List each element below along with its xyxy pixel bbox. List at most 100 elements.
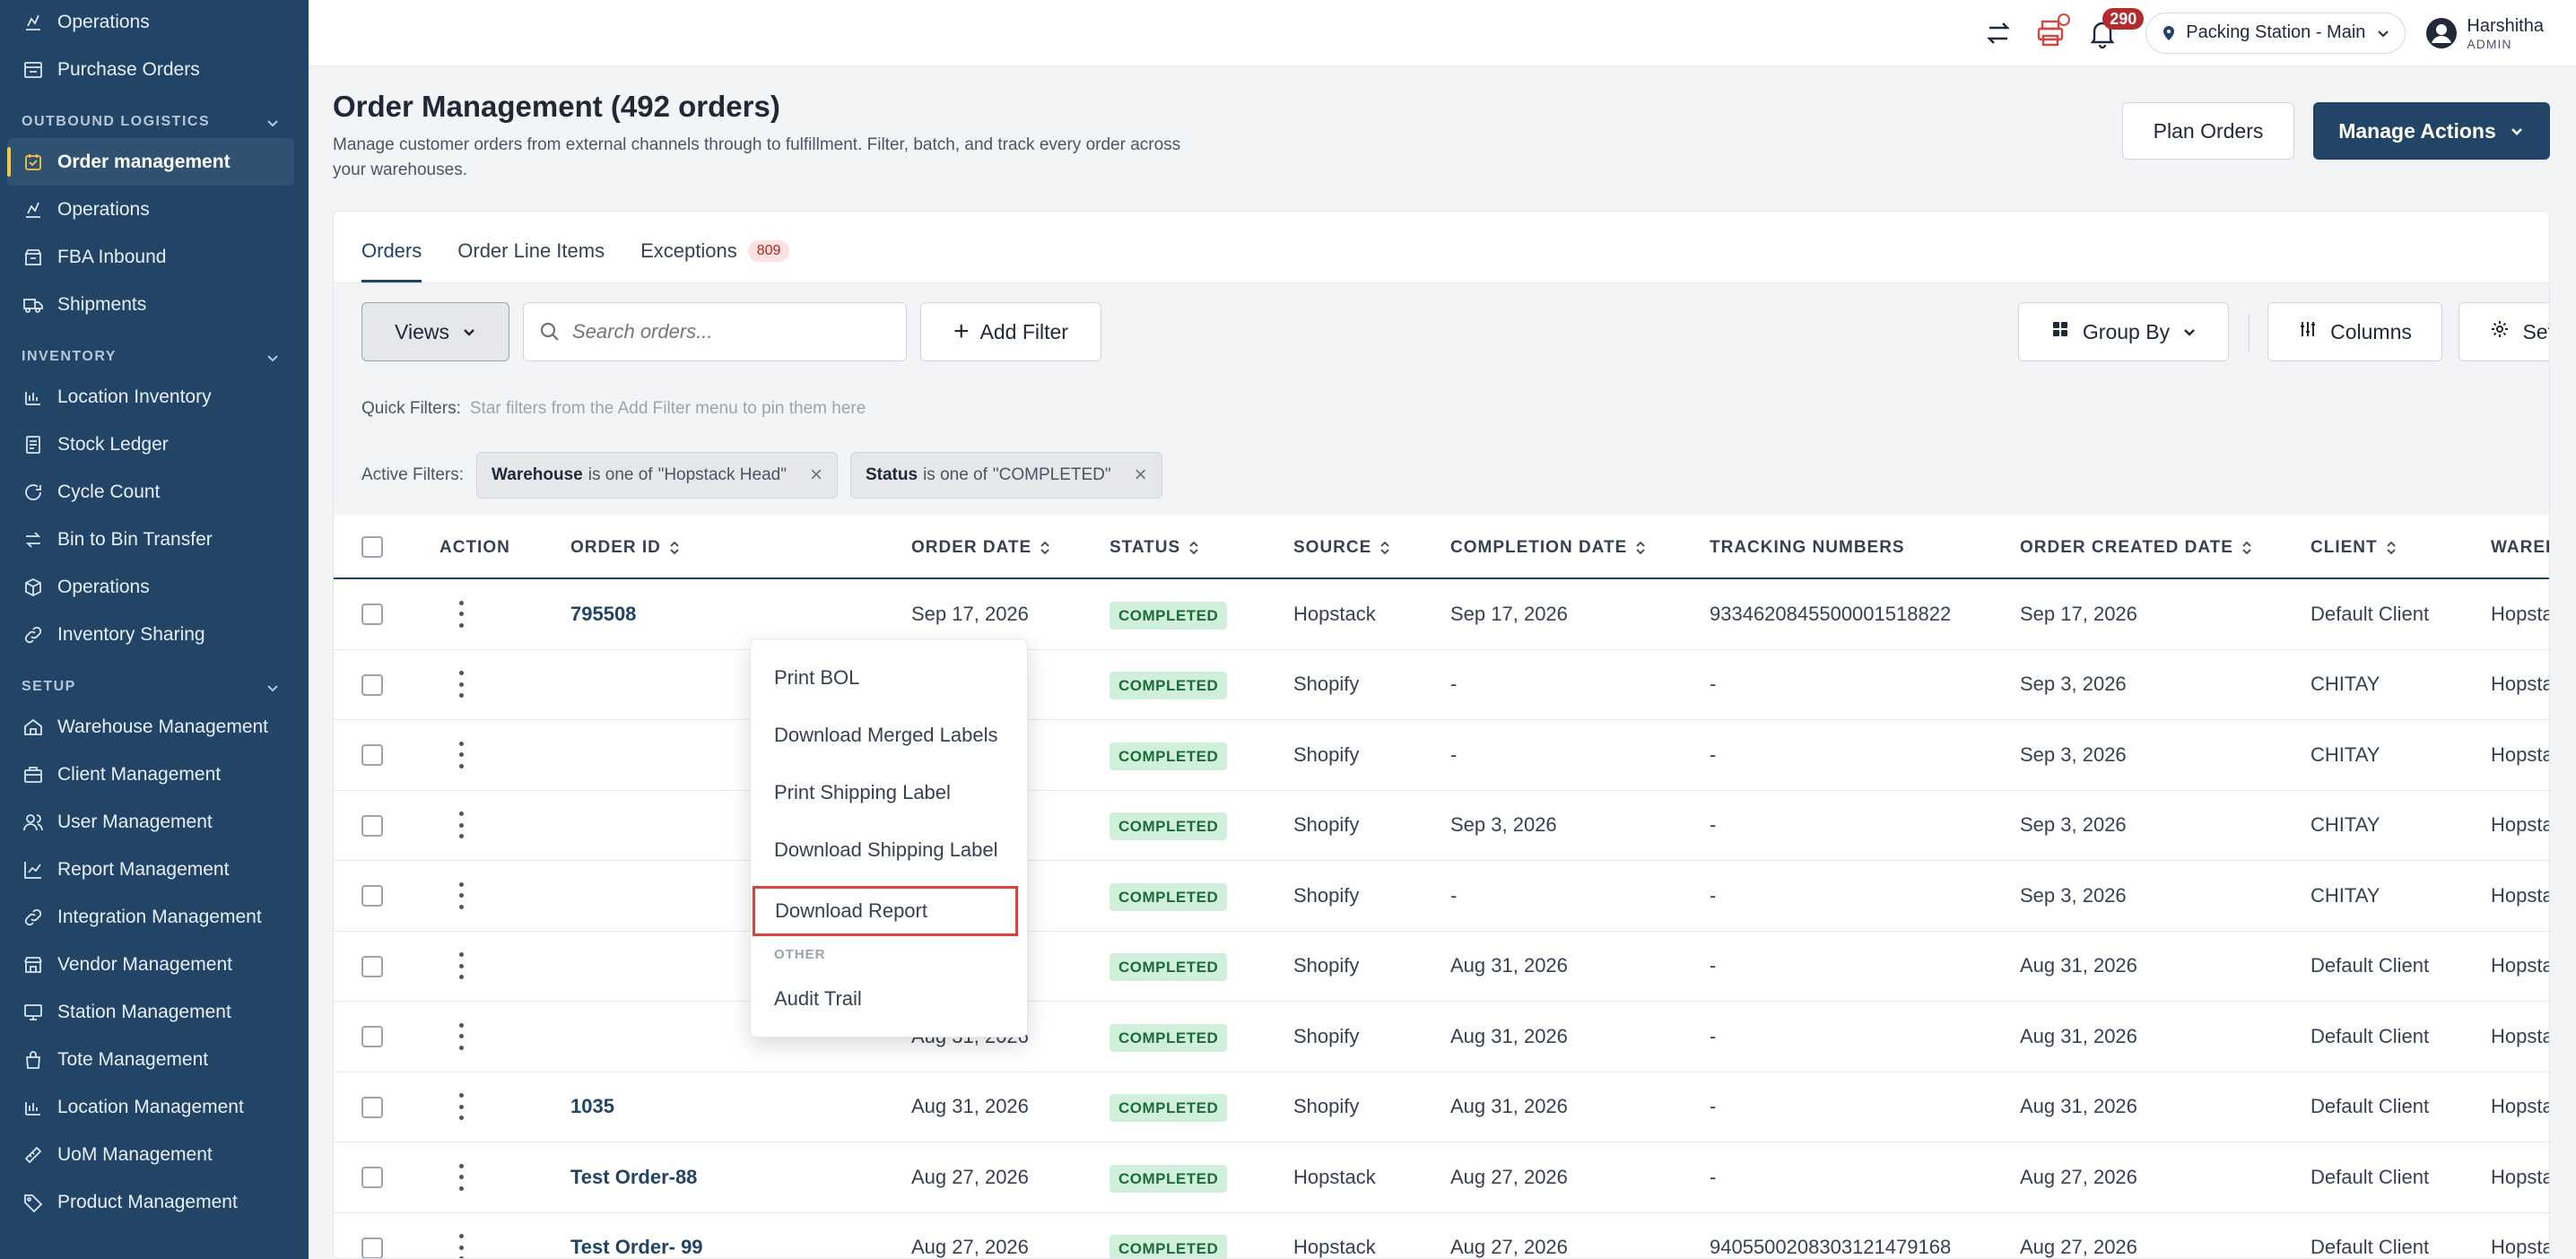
sidebar-item-bin-transfer[interactable]: Bin to Bin Transfer <box>0 516 309 563</box>
kebab-menu-icon[interactable] <box>452 671 470 699</box>
sidebar-item-operations-outbound[interactable]: Operations <box>0 186 309 233</box>
sidebar-item-operations-inventory[interactable]: Operations <box>0 563 309 611</box>
row-checkbox[interactable] <box>361 673 383 696</box>
columns-button[interactable]: Columns <box>2267 302 2442 361</box>
kebab-menu-icon[interactable] <box>452 1093 470 1121</box>
sidebar-item-operations[interactable]: Operations <box>0 0 309 46</box>
cell-id[interactable]: 795508 <box>570 603 636 626</box>
manage-actions-button[interactable]: Manage Actions <box>2313 102 2550 160</box>
close-icon[interactable]: × <box>810 463 822 488</box>
sidebar-item-stock-ledger[interactable]: Stock Ledger <box>0 421 309 468</box>
table-row[interactable]: Sep 3, 2026COMPLETEDShopifySep 3, 2026-S… <box>334 790 2549 861</box>
table-row[interactable]: Test Order-88 Aug 27, 2026 COMPLETED Hopsta… <box>334 1142 2549 1213</box>
sort-icon <box>1039 540 1051 556</box>
table-row[interactable]: 795508 Sep 17, 2026 COMPLETED Hopstack Sep 1… <box>334 579 2549 650</box>
kebab-menu-icon[interactable] <box>452 1163 470 1191</box>
col-order-id[interactable]: ORDER ID <box>570 538 681 558</box>
col-source[interactable]: SOURCE <box>1293 538 1391 558</box>
search-input[interactable] <box>572 320 895 343</box>
menu-item-audit-trail[interactable]: Audit Trail <box>774 987 862 1011</box>
sidebar-item-client-management[interactable]: Client Management <box>0 751 309 798</box>
views-button[interactable]: Views <box>361 302 509 361</box>
row-checkbox[interactable] <box>361 603 383 625</box>
cell-id[interactable]: Test Order-88 <box>570 1166 697 1189</box>
sidebar-section-setup[interactable]: SETUP <box>0 658 309 703</box>
sidebar-item-purchase-orders[interactable]: Purchase Orders <box>0 46 309 93</box>
menu-item-download-merged-labels[interactable]: Download Merged Labels <box>774 724 998 747</box>
settings-button[interactable]: Settings <box>2459 302 2549 361</box>
location-pin-icon <box>2163 25 2175 40</box>
sidebar-item-report-management[interactable]: Report Management <box>0 846 309 893</box>
row-checkbox[interactable] <box>361 1026 383 1047</box>
group-by-button[interactable]: Group By <box>2018 302 2229 361</box>
row-checkbox[interactable] <box>361 1237 383 1258</box>
sidebar-item-fba-inbound[interactable]: FBA Inbound <box>0 233 309 281</box>
kebab-menu-icon[interactable] <box>452 741 470 768</box>
sidebar-item-vendor-management[interactable]: Vendor Management <box>0 941 309 988</box>
table-row[interactable]: Sep 3, 2026COMPLETEDShopify--Sep 3, 2026… <box>334 720 2549 791</box>
sidebar-section-inventory[interactable]: INVENTORY <box>0 328 309 373</box>
sidebar-item-order-management[interactable]: Order management <box>7 138 294 186</box>
switch-icon[interactable] <box>1980 15 2016 51</box>
sidebar-item-inventory-sharing[interactable]: Inventory Sharing <box>0 611 309 658</box>
table-row[interactable]: Test Order- 99 Aug 27, 2026 COMPLETED Hopst… <box>334 1212 2549 1258</box>
row-checkbox[interactable] <box>361 1096 383 1118</box>
kebab-menu-icon[interactable] <box>452 1234 470 1258</box>
tab-exceptions[interactable]: Exceptions 809 <box>640 239 790 282</box>
table-row[interactable]: Sep 3, 2026COMPLETEDShopify--Sep 3, 2026… <box>334 861 2549 932</box>
col-client[interactable]: CLIENT <box>2311 538 2398 558</box>
col-status[interactable]: STATUS <box>1110 538 1200 558</box>
sidebar-item-location-management[interactable]: Location Management <box>0 1083 309 1131</box>
table-row[interactable]: Aug 31, 2026 COMPLETED Shopify Aug 31, 2026… <box>334 931 2549 1002</box>
filter-chip-status[interactable]: Status is one of "COMPLETED" × <box>849 452 1162 499</box>
filter-chip-warehouse[interactable]: Warehouse is one of "Hopstack Head" × <box>476 452 838 499</box>
col-order-created-date[interactable]: ORDER CREATED DATE <box>2020 538 2253 558</box>
menu-item-print-shipping-label[interactable]: Print Shipping Label <box>774 781 951 804</box>
row-checkbox[interactable] <box>361 814 383 837</box>
kebab-menu-icon[interactable] <box>452 812 470 839</box>
tab-order-line-items[interactable]: Order Line Items <box>457 239 605 282</box>
close-icon[interactable]: × <box>1135 463 1147 488</box>
status-badge: COMPLETED <box>1110 672 1228 700</box>
menu-item-download-shipping-label[interactable]: Download Shipping Label <box>774 838 998 862</box>
tab-orders[interactable]: Orders <box>361 239 422 282</box>
sidebar-item-user-management[interactable]: User Management <box>0 798 309 846</box>
station-selector[interactable]: Packing Station - Main <box>2145 12 2406 54</box>
menu-item-download-report[interactable]: Download Report <box>753 886 1018 936</box>
table-row[interactable]: Sep 3, 2026COMPLETEDShopify--Sep 3, 2026… <box>334 649 2549 720</box>
sidebar-item-shipments[interactable]: Shipments <box>0 281 309 328</box>
sidebar-section-outbound[interactable]: OUTBOUND LOGISTICS <box>0 93 309 138</box>
add-filter-button[interactable]: + Add Filter <box>920 302 1101 361</box>
cell-id[interactable]: 1035 <box>570 1095 614 1118</box>
sidebar-item-product-management[interactable]: Product Management <box>0 1178 309 1226</box>
col-order-date[interactable]: ORDER DATE <box>911 538 1051 558</box>
plan-orders-button[interactable]: Plan Orders <box>2122 102 2294 160</box>
row-checkbox[interactable] <box>361 955 383 977</box>
printer-icon[interactable] <box>2032 13 2071 51</box>
sidebar-item-warehouse-management[interactable]: Warehouse Management <box>0 703 309 751</box>
kebab-menu-icon[interactable] <box>452 1022 470 1050</box>
col-completion-date[interactable]: COMPLETION DATE <box>1450 538 1647 558</box>
user-menu[interactable]: Harshitha ADMIN <box>2425 15 2544 51</box>
table-row[interactable]: 1035 Aug 31, 2026 COMPLETED Shopify Aug 31, … <box>334 1072 2549 1142</box>
sidebar-item-station-management[interactable]: Station Management <box>0 988 309 1036</box>
sidebar-item-integration-management[interactable]: Integration Management <box>0 893 309 941</box>
row-checkbox[interactable] <box>361 1167 383 1188</box>
col-warehouse[interactable]: WAREH <box>2491 538 2549 558</box>
cell-tracking: - <box>1710 1024 1717 1047</box>
search-box[interactable] <box>523 302 907 361</box>
sidebar-item-tote-management[interactable]: Tote Management <box>0 1036 309 1083</box>
sidebar-item-uom-management[interactable]: UoM Management <box>0 1131 309 1178</box>
row-checkbox[interactable] <box>361 744 383 766</box>
table-row[interactable]: Aug 31, 2026 COMPLETED Shopify Aug 31, 2026… <box>334 1002 2549 1072</box>
row-checkbox[interactable] <box>361 885 383 907</box>
kebab-menu-icon[interactable] <box>452 881 470 909</box>
menu-item-print-bol[interactable]: Print BOL <box>774 666 859 690</box>
bell-icon[interactable]: 290 <box>2084 7 2145 51</box>
select-all-checkbox[interactable] <box>361 536 383 558</box>
sidebar-item-location-inventory[interactable]: Location Inventory <box>0 373 309 421</box>
kebab-menu-icon[interactable] <box>452 952 470 980</box>
kebab-menu-icon[interactable] <box>452 600 470 628</box>
sidebar-item-cycle-count[interactable]: Cycle Count <box>0 468 309 516</box>
cell-id[interactable]: Test Order- 99 <box>570 1236 703 1258</box>
